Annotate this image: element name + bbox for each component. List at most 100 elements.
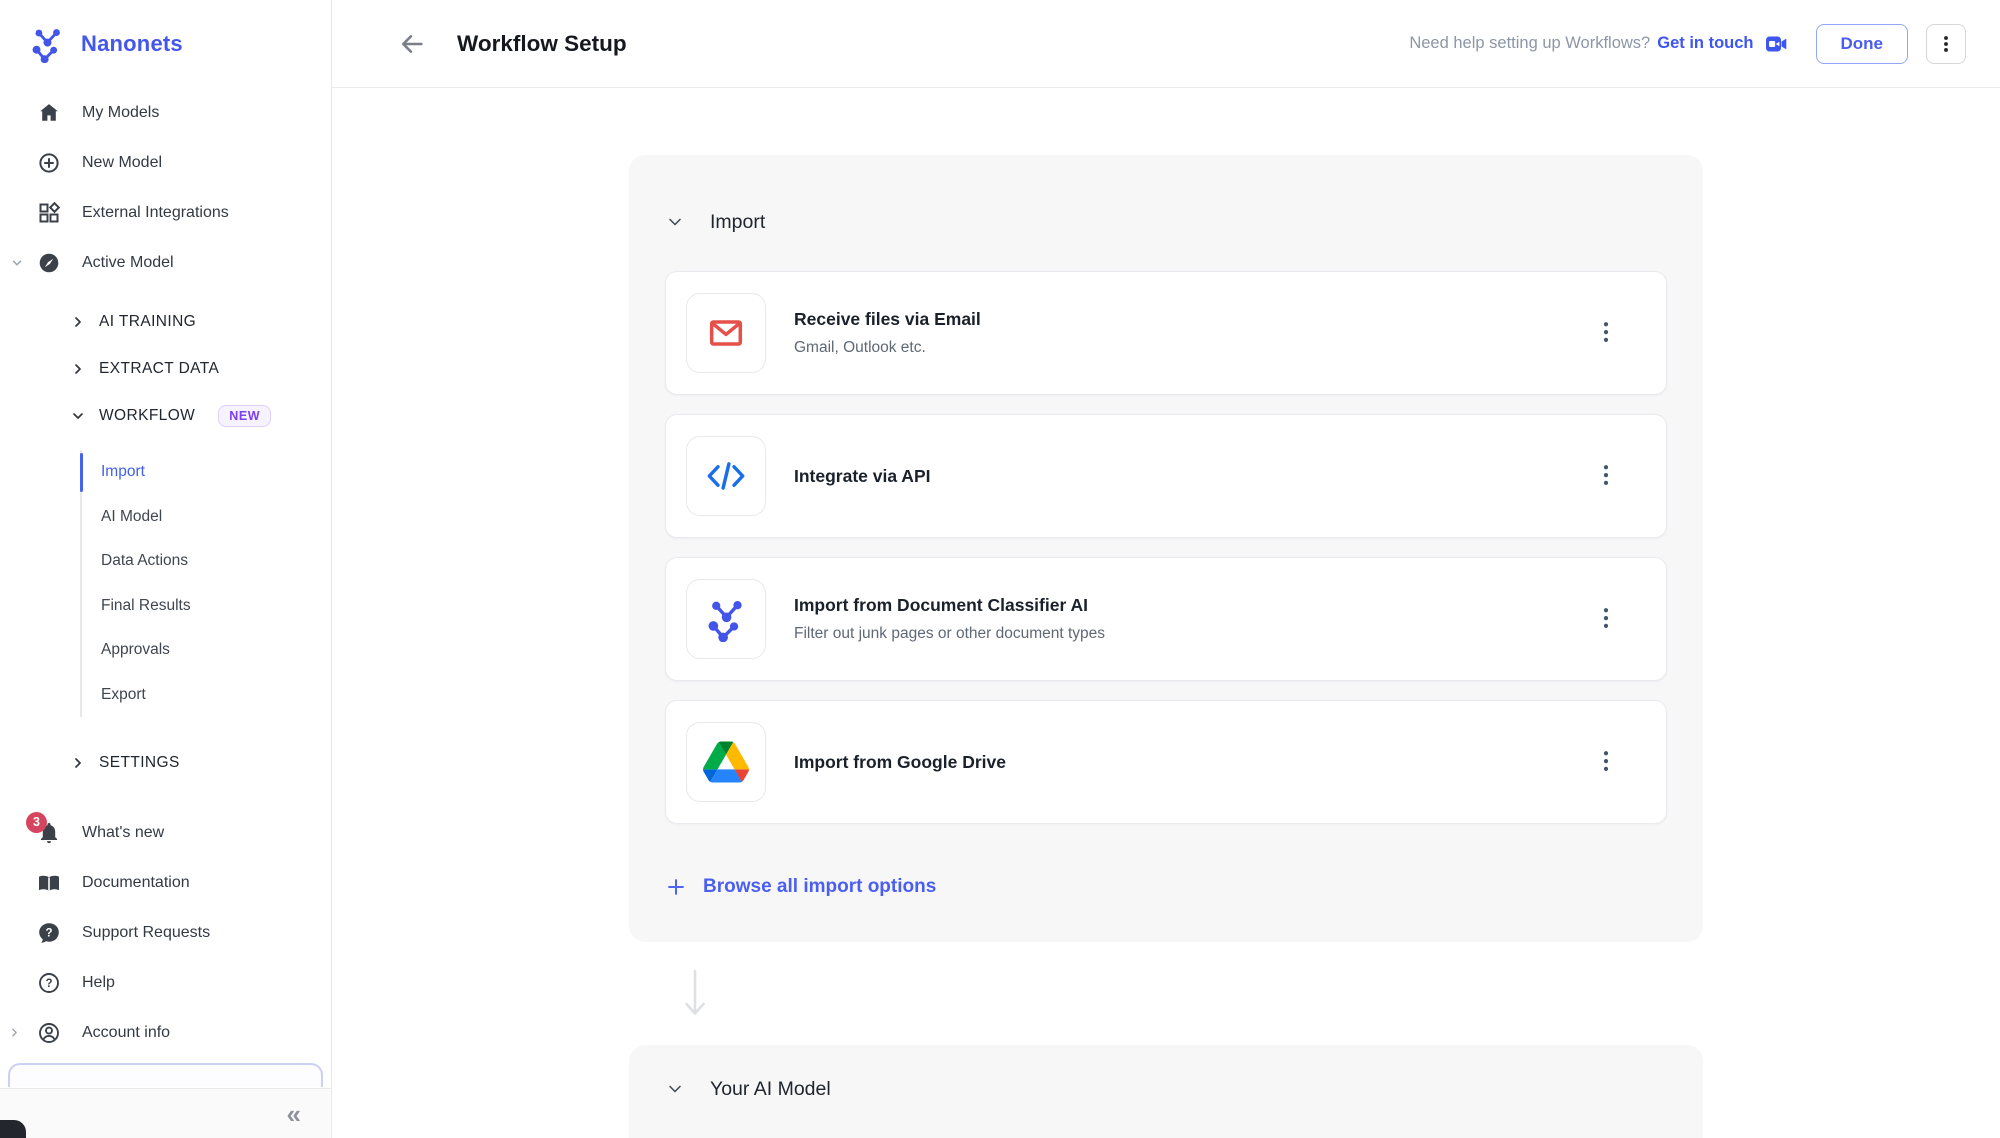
gmail-icon [704,311,748,355]
main-area: Workflow Setup Need help setting up Work… [332,0,2000,1138]
new-badge: NEW [218,405,271,427]
card-title: Import from Google Drive [794,752,1006,773]
chevron-right-icon [70,361,86,377]
ai-model-section-header[interactable]: Your AI Model [665,1075,1667,1103]
done-button[interactable]: Done [1816,24,1909,64]
sidebar-primary-nav: My Models New Model External Integration… [0,88,331,288]
peek-panel[interactable] [8,1063,323,1087]
chevron-down-icon[interactable] [10,256,24,270]
import-section-header[interactable]: Import [665,208,1667,236]
card-import-from-document-classifier-ai[interactable]: Import from Document Classifier AI Filte… [665,557,1667,681]
workflow-canvas: Import Receive files via Email Gmail, Ou… [332,88,2000,1138]
card-title: Import from Document Classifier AI [794,595,1105,616]
integrations-icon [36,201,61,226]
nanonets-logo-icon [28,25,66,63]
video-camera-icon[interactable] [1764,32,1788,56]
sidebar-item-label: Help [82,974,115,992]
sidebar-item-label: Documentation [82,874,190,892]
help-text: Need help setting up Workflows? [1409,34,1650,53]
subnav-item-export[interactable]: Export [82,673,331,718]
card-title: Receive files via Email [794,309,981,330]
group-label: WORKFLOW [99,407,195,425]
card-subtitle: Gmail, Outlook etc. [794,339,981,357]
chevron-down-icon [665,1079,685,1099]
sidebar-footer: « [0,1088,331,1138]
sidebar: Nanonets My Models New Model External In… [0,0,332,1138]
icon-tile [686,722,766,802]
sidebar-item-label: My Models [82,104,159,122]
chevron-right-icon[interactable] [8,1026,22,1040]
subnav-item-label: Import [101,463,145,481]
back-arrow-icon[interactable] [398,30,426,58]
section-title: Import [710,211,765,234]
subnav-item-ai-model[interactable]: AI Model [82,495,331,540]
browse-all-import-options-link[interactable]: Browse all import options [665,876,1667,898]
top-header: Workflow Setup Need help setting up Work… [332,0,2000,88]
group-settings[interactable]: SETTINGS [0,739,331,786]
card-kebab-menu[interactable] [1594,319,1618,347]
code-icon [703,453,749,499]
chevron-down-icon [665,212,685,232]
svg-text:?: ? [45,978,52,990]
group-ai-training[interactable]: AI TRAINING [0,298,331,345]
chevron-right-icon [70,755,86,771]
plus-circle-icon [36,151,61,176]
card-receive-files-via-email[interactable]: Receive files via Email Gmail, Outlook e… [665,271,1667,395]
subnav-item-import[interactable]: Import [82,450,331,495]
more-options-button[interactable] [1926,24,1966,64]
sidebar-item-external-integrations[interactable]: External Integrations [0,188,331,238]
subnav-item-label: Approvals [101,641,170,659]
collapse-sidebar-button[interactable]: « [287,1101,301,1127]
support-chat-icon: ? [36,921,61,946]
sidebar-item-whats-new[interactable]: 3 What's new [0,808,331,858]
subnav-item-label: Final Results [101,597,191,615]
sidebar-item-label: What's new [82,824,164,842]
subnav-item-approvals[interactable]: Approvals [82,628,331,673]
card-kebab-menu[interactable] [1594,605,1618,633]
subnav-item-final-results[interactable]: Final Results [82,584,331,629]
icon-tile [686,579,766,659]
sidebar-item-help[interactable]: ? Help [0,958,331,1008]
card-kebab-menu[interactable] [1594,462,1618,490]
compass-icon [36,251,61,276]
card-import-from-google-drive[interactable]: Import from Google Drive [665,700,1667,824]
sidebar-item-documentation[interactable]: Documentation [0,858,331,908]
bell-icon: 3 [36,821,61,846]
account-icon [36,1021,61,1046]
plus-icon [665,876,687,898]
get-in-touch-link[interactable]: Get in touch [1657,34,1753,53]
ai-model-section-panel: Your AI Model [629,1045,1703,1138]
subnav-item-data-actions[interactable]: Data Actions [82,539,331,584]
active-indicator [80,453,83,492]
sidebar-item-label: Support Requests [82,924,210,942]
subnav-item-label: Export [101,686,146,704]
arrow-down-icon [683,968,707,1020]
browse-label: Browse all import options [703,876,936,898]
icon-tile [686,436,766,516]
icon-tile [686,293,766,373]
group-label: EXTRACT DATA [99,360,219,378]
flow-connector [629,942,1703,1045]
notification-count-badge: 3 [26,812,47,833]
sidebar-secondary-nav: 3 What's new Documentation ? Support Req… [0,808,331,1058]
home-icon [36,101,61,126]
sidebar-groups: AI TRAINING EXTRACT DATA WORKFLOW NEW Im… [0,298,331,786]
sidebar-item-my-models[interactable]: My Models [0,88,331,138]
sidebar-item-account-info[interactable]: Account info [0,1008,331,1058]
card-subtitle: Filter out junk pages or other document … [794,625,1105,643]
google-drive-icon [703,741,749,783]
group-extract-data[interactable]: EXTRACT DATA [0,345,331,392]
nanonets-icon [703,596,749,642]
kebab-menu-icon [1935,33,1957,55]
section-title: Your AI Model [710,1078,831,1101]
page-title: Workflow Setup [457,31,627,57]
card-integrate-via-api[interactable]: Integrate via API [665,414,1667,538]
brand-logo[interactable]: Nanonets [0,0,331,88]
sidebar-item-active-model[interactable]: Active Model [0,238,331,288]
card-kebab-menu[interactable] [1594,748,1618,776]
workflow-subnav: Import AI Model Data Actions Final Resul… [80,450,331,717]
card-title: Integrate via API [794,466,930,487]
group-workflow[interactable]: WORKFLOW NEW [0,392,331,439]
sidebar-item-support-requests[interactable]: ? Support Requests [0,908,331,958]
sidebar-item-new-model[interactable]: New Model [0,138,331,188]
